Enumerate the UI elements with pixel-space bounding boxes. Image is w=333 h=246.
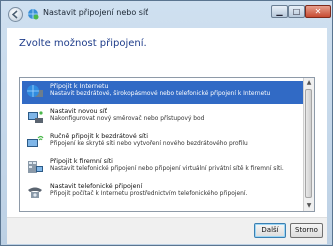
next-button[interactable]: Další xyxy=(254,223,286,238)
option-title: Nastavit novou síť xyxy=(50,108,108,115)
maximize-button[interactable]: □ xyxy=(288,5,305,18)
option-title: Připojit k Internetu xyxy=(50,83,109,90)
back-arrow-icon xyxy=(11,10,18,19)
maximize-icon: □ xyxy=(292,7,301,16)
scroll-down-icon[interactable]: ▼ xyxy=(304,201,314,211)
scroll-thumb[interactable] xyxy=(305,89,312,198)
option-description: Nastavit telefonické připojení nebo přip… xyxy=(50,166,284,172)
close-icon: ✕ xyxy=(314,7,322,16)
option-title: Nastavit telefonické připojení xyxy=(50,183,143,190)
globe-network-icon xyxy=(27,85,43,97)
list-scrollbar[interactable]: ▲ ▼ xyxy=(303,78,314,211)
close-button[interactable]: ✕ xyxy=(305,5,331,18)
wireless-network-icon xyxy=(27,135,44,147)
dialup-phone-icon xyxy=(28,187,42,198)
option-workplace[interactable]: Připojit k firemní síti Nastavit telefon… xyxy=(22,156,304,179)
option-description: Nastavit bezdrátové, širokopásmové nebo … xyxy=(50,91,271,97)
option-description: Připojení ke skryté síti nebo vytvoření … xyxy=(50,141,248,147)
minimize-icon: ▁ xyxy=(276,7,283,16)
dialog-footer: Další Storno xyxy=(7,217,327,244)
connection-options-list: Připojit k Internetu Nastavit bezdrátové… xyxy=(19,77,315,212)
cancel-button[interactable]: Storno xyxy=(290,223,323,238)
title-bar: Nastavit připojení nebo síť ▁ □ ✕ xyxy=(1,1,332,27)
option-dialup[interactable]: Nastavit telefonické připojení Připojit … xyxy=(22,181,304,204)
content-area: Zvolte možnost připojení. Připojit k Int… xyxy=(7,28,327,244)
option-new-network[interactable]: Nastavit novou síť Nakonfigurovat nový s… xyxy=(22,106,304,129)
workplace-network-icon xyxy=(28,161,43,173)
dialog-window: Nastavit připojení nebo síť ▁ □ ✕ Zvolte… xyxy=(0,0,333,246)
minimize-button[interactable]: ▁ xyxy=(271,5,288,18)
window-title: Nastavit připojení nebo síť xyxy=(43,8,149,17)
router-icon xyxy=(28,111,43,123)
back-button[interactable] xyxy=(8,7,23,22)
network-icon xyxy=(28,9,39,20)
option-title: Připojit k firemní síti xyxy=(50,158,113,165)
page-heading: Zvolte možnost připojení. xyxy=(19,38,147,49)
option-wireless-manual[interactable]: Ručně připojit k bezdrátové síti Připoje… xyxy=(22,131,304,154)
option-internet[interactable]: Připojit k Internetu Nastavit bezdrátové… xyxy=(22,81,304,104)
scroll-up-icon[interactable]: ▲ xyxy=(304,78,314,88)
option-title: Ručně připojit k bezdrátové síti xyxy=(50,133,149,140)
option-description: Nakonfigurovat nový směrovač nebo přístu… xyxy=(50,116,205,122)
option-description: Připojit počítač k Internetu prostřednic… xyxy=(50,191,248,197)
